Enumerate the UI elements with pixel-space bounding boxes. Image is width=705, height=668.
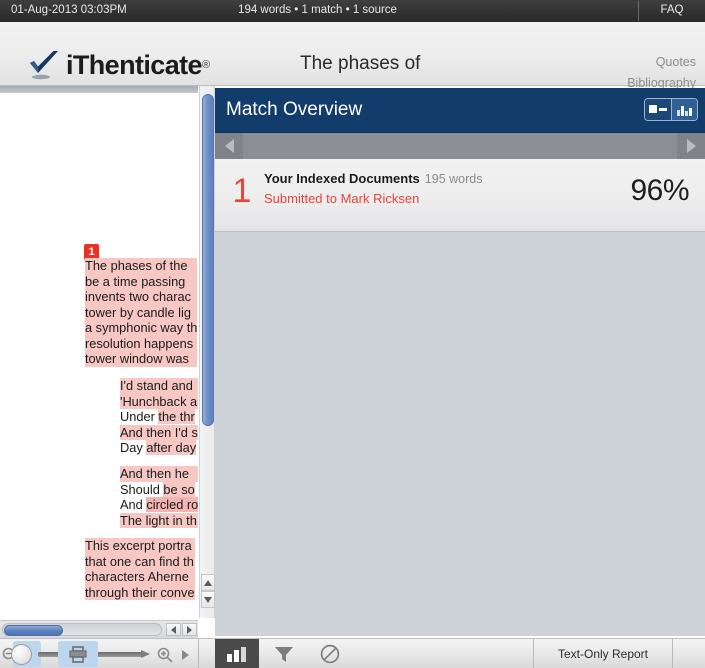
document-paragraph: The phases of the be a time passing inve… [85, 258, 198, 367]
document-line-plain: Under [120, 409, 159, 424]
match-source-line: Your Indexed Documents 195 words [264, 170, 482, 188]
scroll-down-arrow-icon[interactable] [201, 591, 215, 608]
document-line: tower by candle lig [85, 304, 198, 320]
document-title: The phases of [300, 53, 421, 74]
document-line-matched: circled ro [146, 497, 198, 512]
match-overview-header: Match Overview [215, 88, 705, 133]
document-line: This excerpt portra [85, 538, 195, 554]
document-line: through their conve [85, 584, 195, 600]
document-line: Day after day [120, 440, 198, 456]
blue-checkmark-icon [28, 50, 62, 80]
document-top-strip [0, 86, 198, 93]
scroll-right-arrow-icon[interactable] [182, 623, 197, 636]
match-rank: 1 [232, 172, 252, 210]
match-navigation-bar [215, 133, 705, 159]
document-horizontal-scrollbar[interactable] [0, 620, 198, 638]
document-line: that one can find th [85, 553, 195, 569]
document-line-plain: Should [120, 481, 164, 497]
ithenticate-similarity-report: 01-Aug-2013 03:03PM 194 words • 1 match … [0, 0, 705, 668]
document-line: And then I'd s [120, 424, 198, 440]
bottom-toolbar: Text-Only Report [0, 638, 705, 668]
document-vertical-scrollbar[interactable] [199, 86, 215, 618]
exclude-circle-slash-icon[interactable] [308, 639, 352, 668]
document-line-plain: Day [120, 440, 147, 455]
zoom-controls [0, 639, 198, 668]
match-source-info: Your Indexed Documents 195 words Submitte… [264, 170, 482, 206]
document-line: resolution happens [85, 335, 198, 351]
match-row[interactable]: 1 Your Indexed Documents 195 words Submit… [215, 159, 705, 232]
match-overview-title: Match Overview [226, 99, 363, 120]
report-stats: 194 words • 1 match • 1 source [238, 4, 397, 16]
zoom-in-icon[interactable] [157, 647, 173, 663]
filter-funnel-icon[interactable] [262, 639, 306, 668]
horizontal-scrollbar-track[interactable] [2, 623, 162, 636]
document-line: tower window was [85, 351, 198, 367]
document-line: I'd stand and [120, 378, 198, 394]
document-paragraph: I'd stand and 'Hunchback a Under the thr… [120, 378, 198, 456]
match-source-name: Your Indexed Documents [264, 171, 420, 186]
scroll-left-arrow-icon[interactable] [166, 623, 181, 636]
document-line-matched: the thr [158, 409, 195, 424]
printer-icon[interactable] [58, 641, 98, 667]
faq-link[interactable]: FAQ [648, 4, 696, 16]
zoom-slider-thumb[interactable] [11, 644, 32, 665]
chevron-right-icon[interactable] [677, 133, 705, 159]
document-page: 1 The phases of the be a time passing in… [0, 93, 198, 618]
document-paragraph: And then he Should be so And circled ro … [120, 466, 198, 528]
text-list-view-icon[interactable] [645, 99, 671, 120]
match-percentage: 96% [630, 174, 689, 207]
top-status-bar: 01-Aug-2013 03:03PM 194 words • 1 match … [0, 0, 705, 22]
quotes-link[interactable]: Quotes [627, 52, 696, 73]
view-mode-toggle-group [644, 98, 698, 121]
document-line: 'Hunchback a [120, 393, 198, 409]
app-header: iThenticate ® The phases of Quotes Bibli… [0, 22, 705, 90]
document-line: And circled ro [120, 497, 198, 513]
vertical-scrollbar-thumb[interactable] [202, 94, 214, 426]
document-line: be a time passing [85, 273, 198, 289]
chevron-left-icon[interactable] [215, 133, 243, 159]
chevron-right-icon[interactable] [182, 650, 189, 660]
vertical-scrollbar-arrows [201, 574, 215, 608]
document-line: The phases of the [85, 258, 198, 274]
scroll-up-arrow-icon[interactable] [201, 574, 215, 591]
bar-chart-icon[interactable] [215, 639, 259, 668]
document-paragraph: This excerpt portra that one can find th… [85, 538, 195, 600]
match-overview-panel: Match Overview 1 Your Indexed Documents … [215, 88, 705, 636]
document-line: The light in th [120, 512, 198, 528]
logo-registered-mark: ® [201, 59, 211, 71]
match-submitted-to[interactable]: Submitted to Mark Ricksen [264, 191, 482, 206]
text-only-report-button[interactable]: Text-Only Report [534, 639, 672, 668]
document-line: Should be so [120, 481, 198, 498]
bar-chart-view-icon[interactable] [671, 99, 697, 120]
toolbar-divider [672, 639, 673, 668]
ithenticate-logo[interactable]: iThenticate ® [28, 50, 210, 80]
logo-wordmark: iThenticate [66, 50, 203, 80]
document-viewer[interactable]: 1 The phases of the be a time passing in… [0, 86, 198, 618]
document-line-matched: be so [163, 481, 195, 497]
document-line-matched: after day [146, 440, 197, 455]
document-line: Under the thr [120, 409, 198, 425]
document-line: And then he [120, 466, 198, 482]
document-line: invents two charac [85, 289, 198, 305]
horizontal-scrollbar-thumb[interactable] [4, 625, 63, 636]
document-line-plain: And [120, 497, 147, 512]
toolbar-divider [198, 639, 199, 668]
document-line: a symphonic way th [85, 320, 198, 336]
document-line: characters Aherne [85, 569, 195, 585]
match-word-count: 195 words [424, 172, 483, 186]
topbar-divider [638, 1, 639, 21]
match-overview-body [215, 232, 705, 636]
